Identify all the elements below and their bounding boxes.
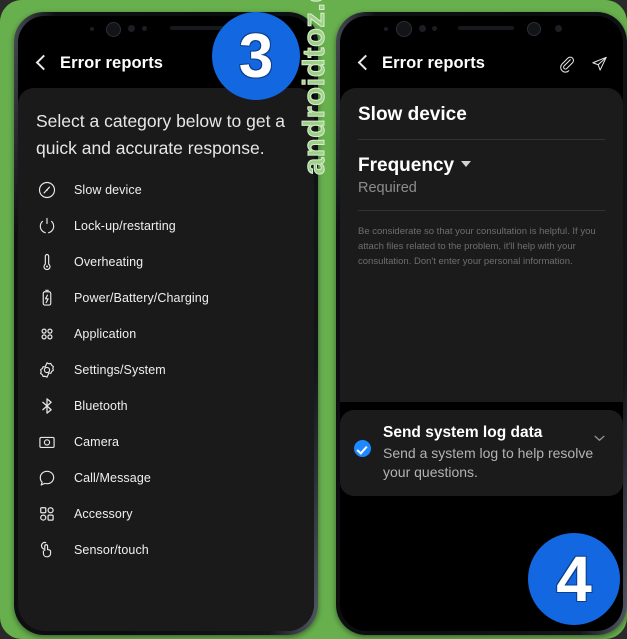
touch-hand-icon [36, 539, 58, 561]
category-label: Power/Battery/Charging [74, 291, 209, 305]
send-system-log-text: Send system log data Send a system log t… [383, 424, 607, 482]
step-badge-4: 4 [528, 533, 620, 625]
gear-icon [36, 359, 58, 381]
category-label: Camera [74, 435, 120, 449]
category-label: Sensor/touch [74, 543, 149, 557]
step-badge-3: 3 [212, 12, 300, 100]
frequency-label: Frequency [358, 155, 455, 176]
send-paper-plane-icon[interactable] [590, 54, 609, 73]
right-form-panel: Slow device Frequency Required Be consid… [340, 88, 623, 402]
message-bubble-icon [36, 467, 58, 489]
send-system-log-subtitle: Send a system log to help resolve your q… [383, 445, 594, 480]
chevron-down-icon[interactable] [594, 429, 605, 441]
back-arrow-icon[interactable] [354, 54, 372, 72]
category-item-application[interactable]: Application [18, 316, 314, 352]
category-label: Bluetooth [74, 399, 128, 413]
thermometer-icon [36, 251, 58, 273]
sensor-dot-icon [384, 27, 388, 31]
category-label: Call/Message [74, 471, 151, 485]
category-label: Accessory [74, 507, 133, 521]
category-item-sensor-touch[interactable]: Sensor/touch [18, 532, 314, 568]
sensor-dot-icon [432, 26, 437, 31]
front-camera-icon [106, 22, 121, 37]
category-item-lock-up-restarting[interactable]: Lock-up/restarting [18, 208, 314, 244]
caret-down-icon[interactable] [461, 161, 472, 167]
page-title: Error reports [60, 53, 164, 72]
watermark-text: androidtoz.com [296, 0, 332, 176]
iris-scanner-icon [527, 22, 541, 36]
screenshot-root: Error reports Select a category below to… [0, 0, 627, 639]
left-content-panel: Select a category below to get a quick a… [18, 88, 314, 631]
category-label: Overheating [74, 255, 144, 269]
send-system-log-title: Send system log data [383, 424, 543, 441]
sensor-dot-icon [142, 26, 147, 31]
right-app-header: Error reports [340, 42, 623, 84]
category-item-settings-system[interactable]: Settings/System [18, 352, 314, 388]
check-circle-icon[interactable] [354, 440, 371, 457]
category-field: Slow device [340, 88, 623, 139]
frequency-value: Required [358, 180, 417, 196]
frequency-label-row: Frequency [358, 140, 605, 177]
selected-category-title: Slow device [358, 104, 467, 125]
left-phone-frame: Error reports Select a category below to… [14, 12, 318, 635]
category-item-accessory[interactable]: Accessory [18, 496, 314, 532]
back-arrow-icon[interactable] [32, 54, 50, 72]
category-item-call-message[interactable]: Call/Message [18, 460, 314, 496]
form-note-text: Be considerate so that your consultation… [358, 226, 596, 267]
accessory-shapes-icon [36, 503, 58, 525]
camera-icon [36, 431, 58, 453]
header-actions [557, 54, 609, 73]
category-label: Lock-up/restarting [74, 219, 176, 233]
category-list: Slow device Lock-up/restarting Overheati… [18, 170, 314, 568]
sensor-dot-icon [128, 25, 135, 32]
send-system-log-card[interactable]: Send system log data Send a system log t… [340, 410, 623, 496]
sensor-dot-icon [555, 25, 562, 32]
speedometer-icon [36, 179, 58, 201]
sensor-dot-icon [90, 27, 94, 31]
category-label: Slow device [74, 183, 142, 197]
page-title: Error reports [382, 53, 486, 72]
category-label: Application [74, 327, 137, 341]
category-item-slow-device[interactable]: Slow device [18, 172, 314, 208]
category-item-camera[interactable]: Camera [18, 424, 314, 460]
category-label: Settings/System [74, 363, 166, 377]
paperclip-icon[interactable] [557, 54, 576, 73]
front-camera-icon [396, 21, 412, 37]
earpiece-speaker [458, 26, 514, 30]
battery-charging-icon [36, 287, 58, 309]
send-system-log-inner: Send system log data Send a system log t… [340, 410, 623, 482]
category-item-bluetooth[interactable]: Bluetooth [18, 388, 314, 424]
bluetooth-icon [36, 395, 58, 417]
power-restart-icon [36, 215, 58, 237]
intro-text: Select a category below to get a quick a… [36, 111, 286, 158]
frequency-field[interactable]: Frequency Required [340, 140, 623, 210]
category-item-overheating[interactable]: Overheating [18, 244, 314, 280]
apps-grid-icon [36, 323, 58, 345]
right-phone-bezel [340, 16, 623, 42]
category-item-power-battery-charging[interactable]: Power/Battery/Charging [18, 280, 314, 316]
sensor-dot-icon [419, 25, 426, 32]
left-phone-screen: Error reports Select a category below to… [18, 16, 314, 631]
